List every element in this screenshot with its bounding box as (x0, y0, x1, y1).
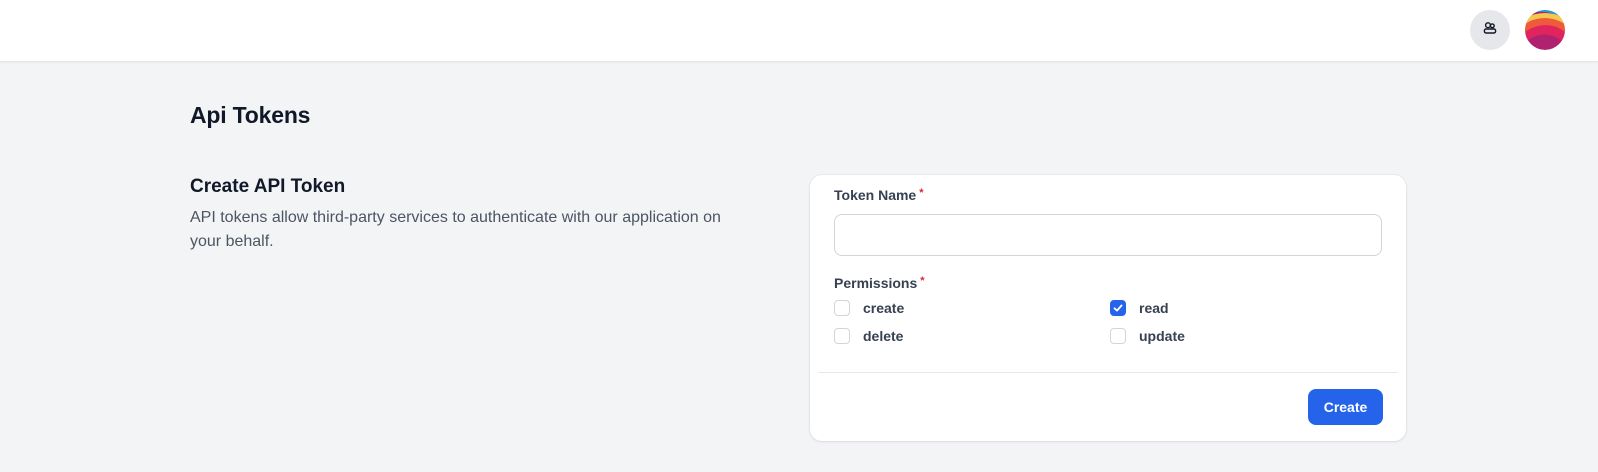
permission-label: delete (863, 328, 904, 344)
top-navigation-bar (0, 0, 1598, 62)
page-title: Api Tokens (190, 102, 311, 128)
checkmark-icon (1113, 304, 1123, 312)
permission-update[interactable]: update (1110, 328, 1185, 344)
section-description: API tokens allow third-party services to… (190, 209, 721, 250)
token-name-label-text: Token Name (834, 187, 917, 203)
checkbox-create[interactable] (834, 300, 850, 316)
checkbox-read[interactable] (1110, 300, 1126, 316)
avatar[interactable] (1525, 10, 1565, 50)
users-icon (1482, 20, 1498, 41)
token-name-label: Token Name * (834, 187, 924, 203)
checkbox-delete[interactable] (834, 328, 850, 344)
token-name-input[interactable] (834, 214, 1382, 256)
checkbox-update[interactable] (1110, 328, 1126, 344)
permission-delete[interactable]: delete (834, 328, 903, 344)
permission-label: create (863, 300, 905, 316)
required-asterisk: * (919, 187, 924, 199)
permission-label: update (1139, 328, 1185, 344)
team-switcher-button[interactable] (1470, 10, 1510, 50)
permission-read[interactable]: read (1110, 300, 1169, 316)
permission-create[interactable]: create (834, 300, 904, 316)
permission-label: read (1139, 300, 1169, 316)
permissions-label: Permissions * (834, 275, 925, 291)
required-asterisk: * (920, 275, 925, 287)
form-footer-divider (818, 372, 1398, 373)
create-button[interactable]: Create (1308, 389, 1383, 425)
permissions-label-text: Permissions (834, 275, 918, 291)
section-heading: Create API Token (190, 176, 346, 197)
user-avatar-icon (1525, 10, 1565, 50)
create-token-form-card: Token Name * Permissions * create read del… (810, 175, 1406, 441)
